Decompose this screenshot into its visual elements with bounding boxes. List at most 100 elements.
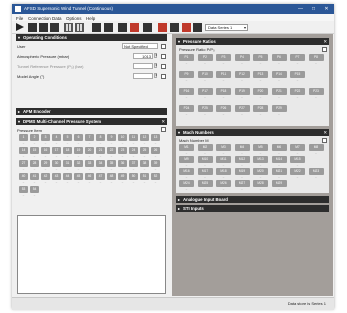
maximize-button[interactable]: □ [309, 5, 318, 13]
user-select[interactable]: Not Specified [122, 43, 158, 49]
pressure-channel-chip[interactable]: 23 [118, 147, 127, 154]
analogue-input-header[interactable]: ▸ Analogue Input Board [176, 196, 329, 203]
mach-number-chip[interactable]: M12 [234, 156, 250, 163]
pressure-channel-chip[interactable]: 24 [129, 147, 138, 154]
print-icon[interactable] [193, 23, 202, 32]
pressure-channel-chip[interactable]: 22 [107, 147, 116, 154]
user-checkbox[interactable] [161, 43, 166, 49]
pressure-ratio-chip[interactable]: P23 [308, 88, 324, 95]
mach-number-chip[interactable]: M24 [179, 180, 194, 187]
pressure-channel-chip[interactable]: 51 [140, 173, 149, 180]
atm-pressure-input[interactable]: 1013 [133, 53, 153, 59]
pressure-channel-chip[interactable]: 27 [19, 160, 28, 167]
pressure-channel-chip[interactable]: 38 [140, 160, 149, 167]
pressure-channel-chip[interactable]: 2 [30, 134, 39, 141]
mach-number-chip[interactable]: M27 [234, 180, 250, 187]
mach-number-chip[interactable]: M7 [290, 144, 305, 151]
pressure-channel-chip[interactable]: 25 [140, 147, 149, 154]
mach-number-chip[interactable]: M3 [216, 144, 231, 151]
pressure-channel-chip[interactable]: 7 [85, 134, 94, 141]
pressure-channel-chip[interactable]: 8 [96, 134, 105, 141]
pressure-channel-chip[interactable]: 28 [30, 160, 39, 167]
pressure-channel-chip[interactable]: 1 [19, 134, 28, 141]
mach-number-chip[interactable]: M8 [308, 144, 324, 151]
mach-number-chip[interactable]: M22 [290, 168, 305, 175]
run-button[interactable] [16, 23, 24, 31]
pressure-channel-chip[interactable]: 11 [129, 134, 138, 141]
atm-pressure-checkbox[interactable] [161, 53, 166, 59]
pressure-channel-chip[interactable]: 33 [85, 160, 94, 167]
pressure-channel-chip[interactable]: 43 [52, 173, 61, 180]
atm-pressure-spinner[interactable]: ⇕ [154, 53, 158, 58]
close-icon[interactable]: ✕ [323, 38, 327, 45]
menu-file[interactable]: File [16, 16, 23, 21]
pressure-channel-chip[interactable]: 52 [151, 173, 160, 180]
mach-number-chip[interactable]: M1 [179, 144, 194, 151]
mach-number-chip[interactable]: M9 [179, 156, 194, 163]
pressure-ratio-chip[interactable]: P10 [197, 71, 213, 78]
mach-number-chip[interactable]: M10 [197, 156, 213, 163]
pressure-ratio-chip[interactable]: P11 [216, 71, 231, 78]
pressure-ratio-chip[interactable]: P25 [197, 105, 213, 112]
series-icon[interactable] [170, 23, 179, 32]
pressure-channel-chip[interactable]: 16 [41, 147, 50, 154]
pressure-channel-chip[interactable]: 44 [63, 173, 72, 180]
mach-number-chip[interactable]: M29 [271, 180, 287, 187]
minimize-button[interactable]: — [296, 5, 305, 13]
delete-icon[interactable] [158, 23, 167, 32]
dpms-checkbox[interactable] [161, 127, 166, 132]
pressure-channel-chip[interactable]: 18 [63, 147, 72, 154]
clear-icon[interactable] [182, 23, 191, 32]
pressure-channel-chip[interactable]: 34 [96, 160, 105, 167]
mach-number-chip[interactable]: M11 [216, 156, 231, 163]
data-series-select[interactable]: Data Series 1 ▾ [205, 24, 248, 31]
menu-data[interactable]: Data [52, 16, 62, 21]
mach-number-chip[interactable]: M25 [197, 180, 213, 187]
pressure-ratio-chip[interactable]: P12 [234, 71, 250, 78]
pressure-channel-chip[interactable]: 3 [41, 134, 50, 141]
pressure-channel-chip[interactable]: 42 [41, 173, 50, 180]
pressure-channel-chip[interactable]: 15 [30, 147, 39, 154]
sti-inputs-header[interactable]: ▸ STI Inputs [176, 205, 329, 212]
pressure-channel-chip[interactable]: 36 [118, 160, 127, 167]
pressure-channel-chip[interactable]: 29 [41, 160, 50, 167]
pressure-ratio-chip[interactable]: P20 [253, 88, 268, 95]
mach-number-chip[interactable]: M2 [197, 144, 213, 151]
pressure-channel-chip[interactable]: 32 [74, 160, 83, 167]
operating-conditions-header[interactable]: ▾ Operating Conditions [16, 34, 167, 41]
menu-connection[interactable]: Connection [28, 16, 51, 21]
mach-number-chip[interactable]: M16 [179, 168, 194, 175]
menu-help[interactable]: Help [86, 16, 95, 21]
pressure-channel-chip[interactable]: 37 [129, 160, 138, 167]
pressure-channel-chip[interactable]: 39 [151, 160, 160, 167]
pressure-ratio-chip[interactable]: P14 [271, 71, 287, 78]
pressure-ratio-chip[interactable]: P1 [179, 54, 194, 61]
pressure-channel-chip[interactable]: 12 [140, 134, 149, 141]
mach-number-chip[interactable]: M13 [253, 156, 268, 163]
mach-number-chip[interactable]: M28 [253, 180, 268, 187]
pressure-ratio-chip[interactable]: P24 [179, 105, 194, 112]
pressure-channel-chip[interactable]: 14 [19, 147, 28, 154]
pressure-ratio-chip[interactable]: P17 [197, 88, 213, 95]
close-button[interactable]: ✕ [322, 5, 331, 13]
tunnel-pressure-checkbox[interactable] [161, 63, 166, 69]
record-icon[interactable] [118, 23, 127, 32]
pressure-channel-chip[interactable]: 53 [19, 186, 28, 193]
pressure-channel-chip[interactable]: 47 [96, 173, 105, 180]
mach-number-chip[interactable]: M20 [253, 168, 268, 175]
pressure-channel-chip[interactable]: 4 [52, 134, 61, 141]
pressure-channel-chip[interactable]: 54 [30, 186, 39, 193]
pressure-ratio-checkbox[interactable] [322, 46, 327, 52]
open-icon[interactable] [39, 23, 48, 32]
save-icon[interactable] [28, 23, 37, 32]
camera-icon[interactable] [104, 23, 113, 32]
pressure-channel-chip[interactable]: 45 [74, 173, 83, 180]
export-icon[interactable] [92, 23, 101, 32]
mach-number-chip[interactable]: M14 [271, 156, 287, 163]
dpms-header[interactable]: ▾ DPMS Multi-Channel Pressure System ✕ [16, 118, 167, 125]
pressure-ratio-chip[interactable]: P4 [234, 54, 250, 61]
pressure-ratio-chip[interactable]: P2 [197, 54, 213, 61]
tunnel-pressure-spinner[interactable]: ⇕ [154, 63, 158, 68]
mach-number-chip[interactable]: M6 [271, 144, 287, 151]
pressure-channel-chip[interactable]: 20 [85, 147, 94, 154]
